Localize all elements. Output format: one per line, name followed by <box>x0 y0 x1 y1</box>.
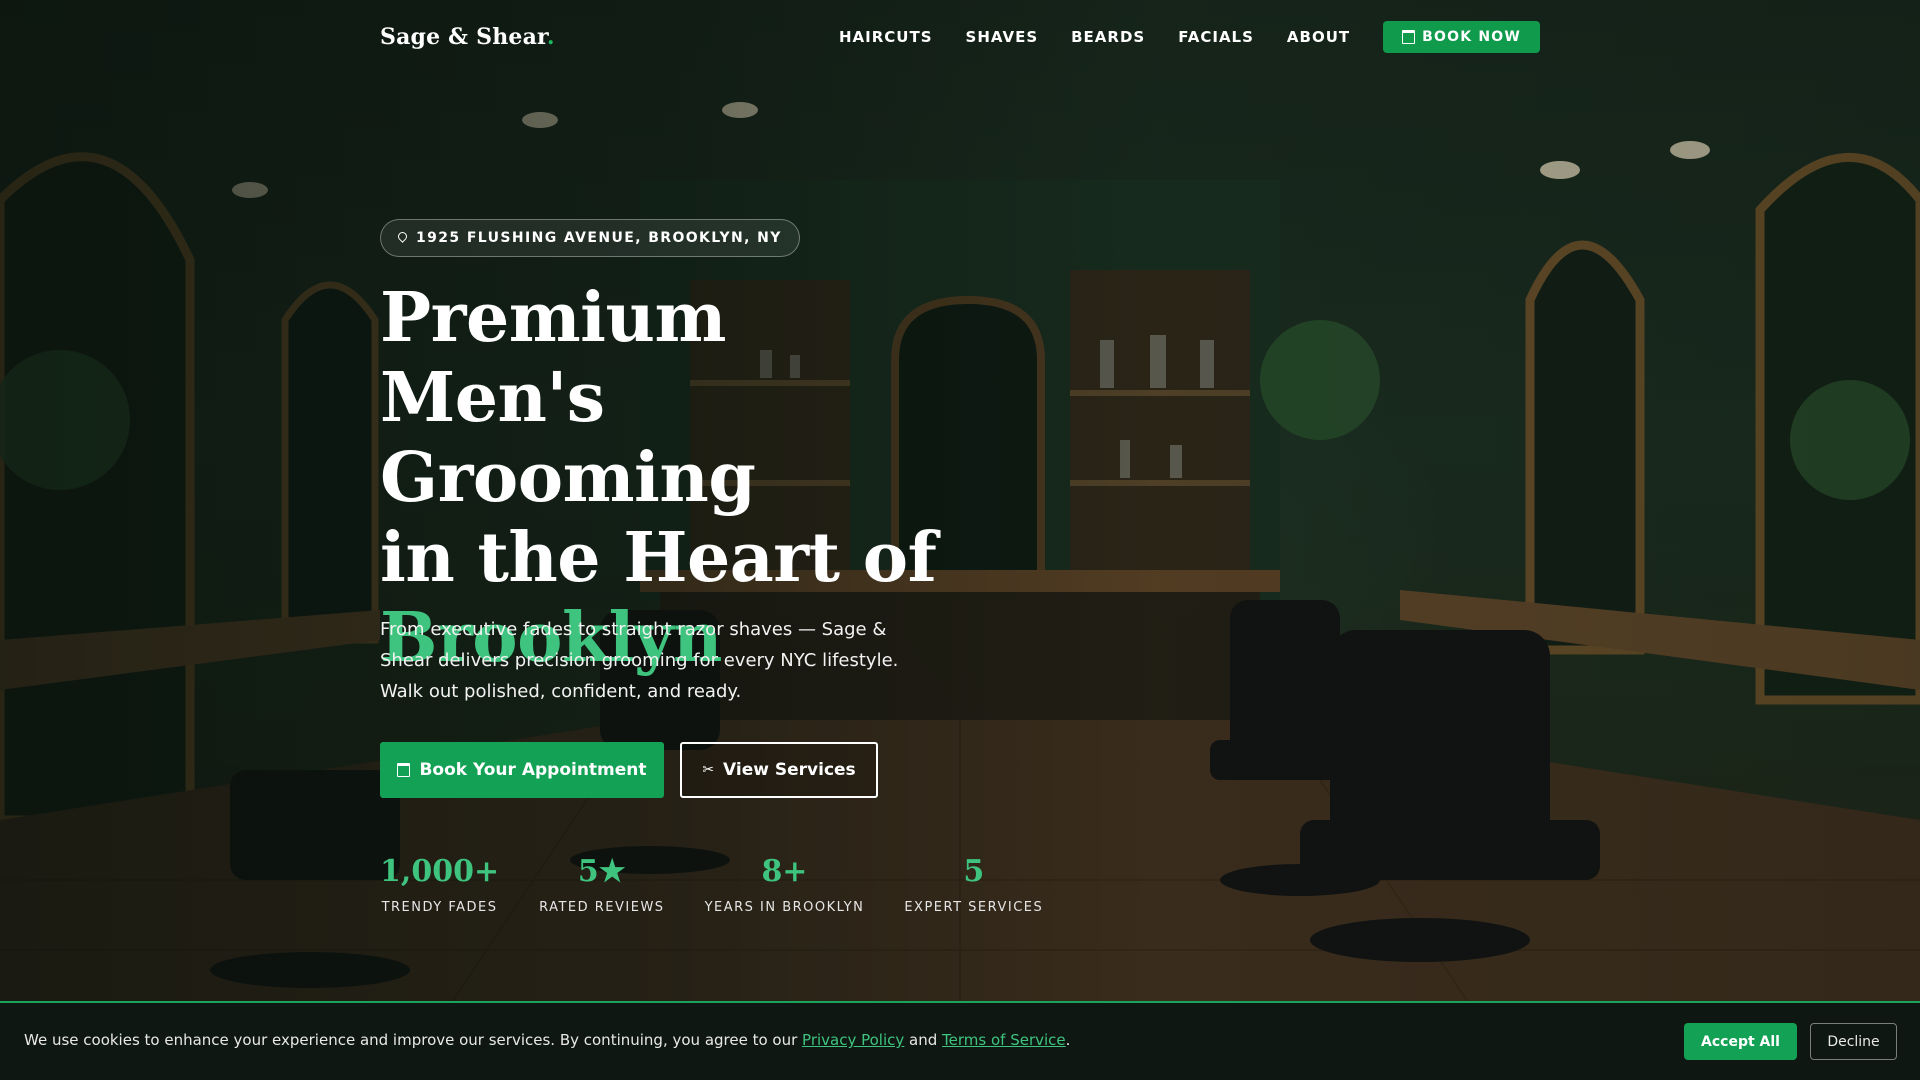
headline-line-3: in the Heart of <box>380 518 937 598</box>
stat-item: 5 EXPERT SERVICES <box>904 852 1043 915</box>
stat-item: 1,000+ TRENDY FADES <box>380 852 499 915</box>
location-badge: 1925 FLUSHING AVENUE, BROOKLYN, NY <box>380 219 800 257</box>
book-appointment-label: Book Your Appointment <box>419 760 647 780</box>
cookie-text-middle: and <box>904 1031 943 1049</box>
hero-dark-overlay <box>0 0 1920 1080</box>
top-navigation: Sage & Shear. HAIRCUTS SHAVES BEARDS FAC… <box>380 16 1540 58</box>
stat-label: RATED REVIEWS <box>539 900 665 915</box>
nav-links: HAIRCUTS SHAVES BEARDS FACIALS ABOUT BOO… <box>839 21 1540 53</box>
logo-dot: . <box>546 24 555 50</box>
nav-link-shaves[interactable]: SHAVES <box>966 28 1039 46</box>
view-services-button[interactable]: ✂ View Services <box>680 742 878 798</box>
nav-link-beards[interactable]: BEARDS <box>1071 28 1145 46</box>
accept-all-cookies-button[interactable]: Accept All <box>1684 1023 1797 1060</box>
stats-row: 1,000+ TRENDY FADES 5★ RATED REVIEWS 8+ … <box>380 852 1043 915</box>
stat-item: 5★ RATED REVIEWS <box>539 852 664 915</box>
location-text: 1925 FLUSHING AVENUE, BROOKLYN, NY <box>416 230 782 246</box>
nav-book-now-label: BOOK NOW <box>1422 29 1521 45</box>
cookie-message: We use cookies to enhance your experienc… <box>24 1031 1070 1049</box>
view-services-label: View Services <box>723 760 856 780</box>
stat-label: EXPERT SERVICES <box>904 900 1044 915</box>
calendar-icon <box>1402 30 1416 44</box>
hero-intro-text: From executive fades to straight razor s… <box>380 619 899 702</box>
nav-link-facials[interactable]: FACIALS <box>1178 28 1254 46</box>
hero-background-image <box>0 0 1920 1080</box>
nav-link-haircuts[interactable]: HAIRCUTS <box>839 28 933 46</box>
site-logo[interactable]: Sage & Shear. <box>380 24 555 50</box>
logo-text: Sage & Shear <box>380 24 547 50</box>
stat-item: 8+ YEARS IN BROOKLYN <box>705 852 865 915</box>
stat-value: 8+ <box>761 854 808 889</box>
terms-of-service-link[interactable]: Terms of Service <box>942 1031 1066 1049</box>
decline-cookies-button[interactable]: Decline <box>1810 1023 1897 1060</box>
stat-label: TRENDY FADES <box>381 900 498 915</box>
cookie-text-after: . <box>1065 1031 1071 1049</box>
stat-value: 5 <box>963 854 985 889</box>
stat-value: 5★ <box>577 854 626 889</box>
headline-line-1: Premium Men's <box>380 278 726 438</box>
book-appointment-button[interactable]: Book Your Appointment <box>380 742 664 798</box>
scissors-icon: ✂ <box>702 762 715 778</box>
calendar-icon <box>397 763 411 777</box>
cookie-text-before: We use cookies to enhance your experienc… <box>24 1031 803 1049</box>
cookie-consent-banner: We use cookies to enhance your experienc… <box>0 1001 1920 1080</box>
headline-line-2: Grooming <box>380 438 756 518</box>
map-pin-icon <box>396 230 409 243</box>
nav-book-now-button[interactable]: BOOK NOW <box>1383 21 1540 53</box>
nav-link-about[interactable]: ABOUT <box>1287 28 1350 46</box>
stat-value: 1,000+ <box>380 854 500 889</box>
stat-label: YEARS IN BROOKLYN <box>704 900 865 915</box>
privacy-policy-link[interactable]: Privacy Policy <box>802 1031 904 1049</box>
